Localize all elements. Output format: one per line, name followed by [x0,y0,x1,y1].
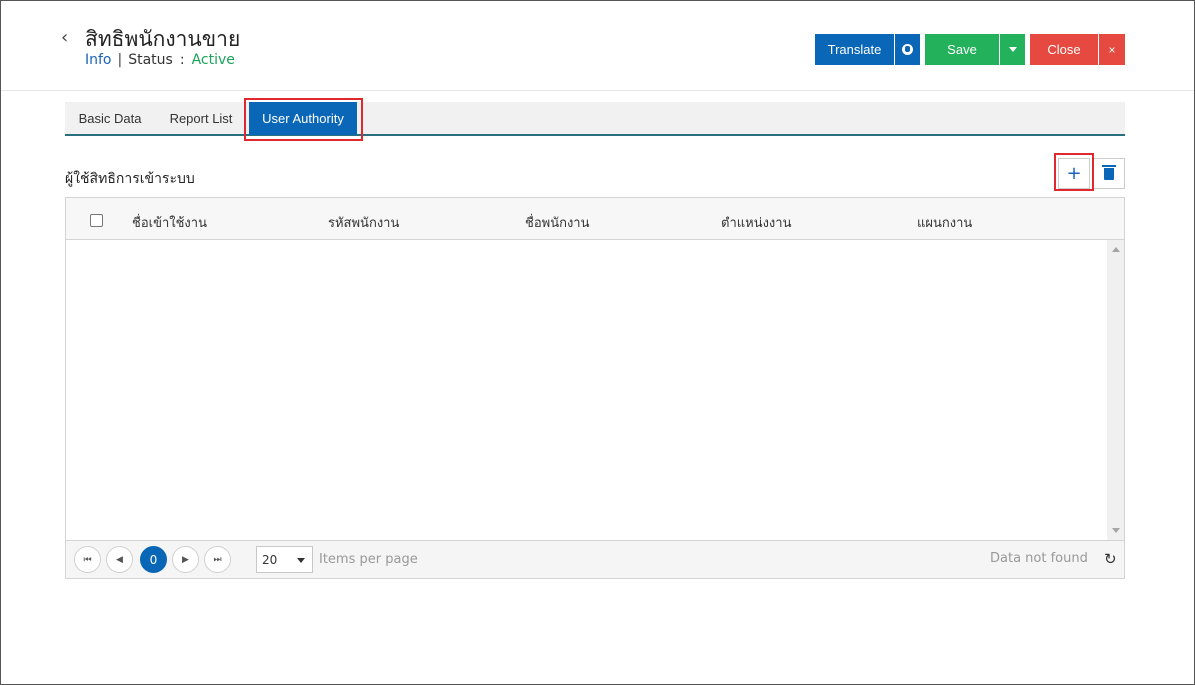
meta-separator: | [117,52,123,68]
pager: ⏮ ◀ 0 ▶ ⏭ 20 Items per page Data not fou… [66,540,1124,578]
grid-body [66,240,1124,540]
grid-header: ชื่อเข้าใช้งาน รหัสพนักงาน ชื่อพนักงาน ต… [66,198,1124,240]
page-size-select[interactable]: 20 [256,546,313,573]
tab-basic-data[interactable]: Basic Data [65,102,155,135]
vertical-scrollbar[interactable] [1107,240,1124,540]
items-per-page-label: Items per page [319,552,418,567]
tab-bar: Basic Data Report List User Authority [65,102,1125,136]
chevron-left-icon[interactable]: ‹ [61,28,77,48]
tab-user-authority[interactable]: User Authority [249,102,357,135]
globe-icon [902,44,913,55]
scroll-up-icon[interactable] [1112,247,1120,252]
column-header-department[interactable]: แผนกงาน [917,212,972,233]
plus-icon: + [1066,163,1082,184]
refresh-icon[interactable]: ↻ [1104,550,1117,568]
page-size-value: 20 [262,552,278,567]
column-header-username[interactable]: ชื่อเข้าใช้งาน [132,212,207,233]
save-dropdown-button[interactable] [1000,34,1025,65]
close-x-button[interactable]: × [1099,34,1125,65]
select-all-checkbox[interactable] [90,214,103,227]
translate-button[interactable]: Translate [815,34,894,65]
save-button[interactable]: Save [925,34,999,65]
data-grid: ชื่อเข้าใช้งาน รหัสพนักงาน ชื่อพนักงาน ต… [65,197,1125,579]
trash-icon [1102,164,1116,180]
info-link[interactable]: Info [85,52,112,68]
caret-down-icon [297,558,305,563]
last-page-button[interactable]: ⏭ [204,546,231,573]
tab-report-list[interactable]: Report List [157,102,245,135]
current-page[interactable]: 0 [140,546,167,573]
status-value: Active [191,52,235,68]
status-label: Status [128,52,173,68]
close-button[interactable]: Close [1030,34,1098,65]
delete-button[interactable] [1093,158,1125,189]
column-header-employee-name[interactable]: ชื่อพนักงาน [525,212,590,233]
app-window: ‹ สิทธิพนักงานขาย Info | Status: Active Tra… [0,0,1195,685]
caret-down-icon [1008,47,1017,52]
next-page-button[interactable]: ▶ [172,546,199,573]
section-title: ผู้ใช้สิทธิการเข้าระบบ [65,171,195,187]
add-button[interactable]: + [1058,158,1090,189]
column-header-position[interactable]: ตำแหน่งงาน [721,212,791,233]
column-header-employee-code[interactable]: รหัสพนักงาน [328,212,399,233]
page-header: ‹ สิทธิพนักงานขาย Info | Status: Active Tra… [1,1,1194,91]
status-colon: : [179,52,185,68]
scroll-down-icon[interactable] [1112,528,1120,533]
close-icon: × [1108,42,1116,57]
meta-line: Info | Status: Active [85,52,235,68]
globe-button[interactable] [895,34,920,65]
first-page-button[interactable]: ⏮ [74,546,101,573]
grid-status-text: Data not found [990,551,1088,566]
prev-page-button[interactable]: ◀ [106,546,133,573]
